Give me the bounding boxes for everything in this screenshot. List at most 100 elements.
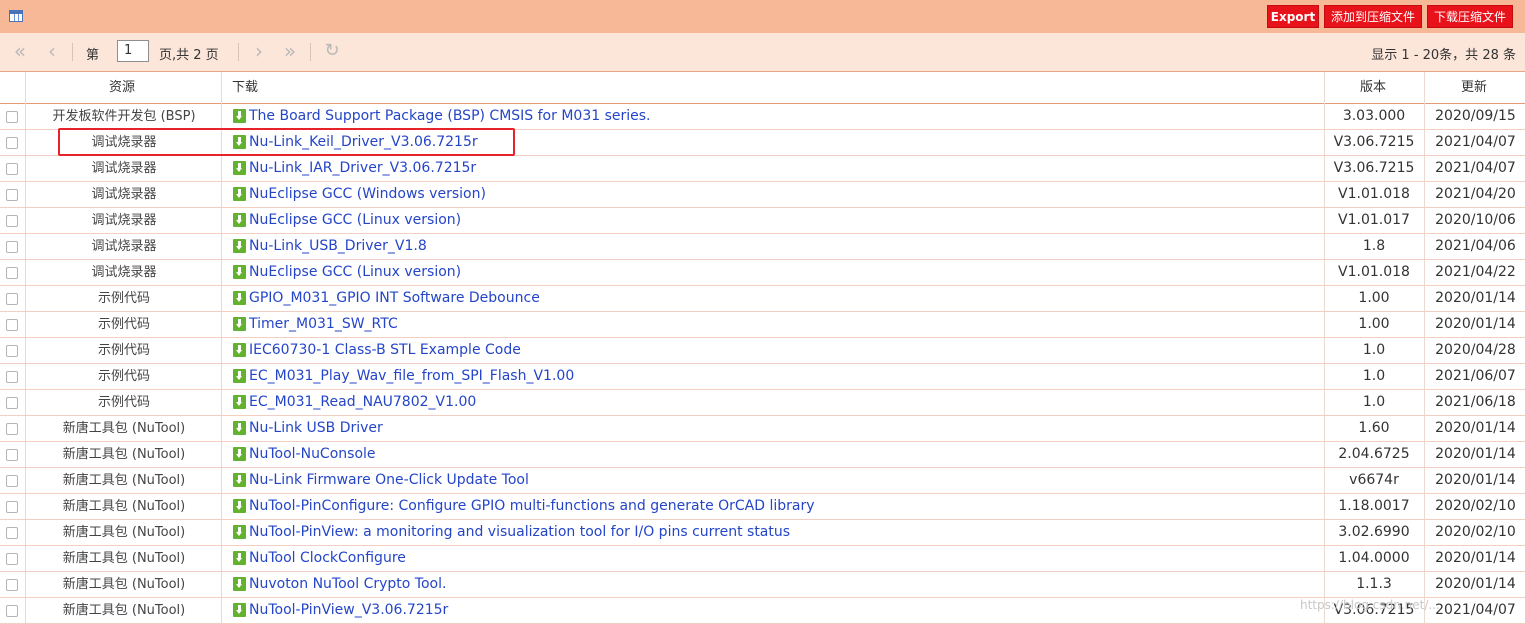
next-page-icon[interactable]: › <box>249 41 269 61</box>
version-cell: 1.8 <box>1362 238 1386 254</box>
row-checkbox[interactable] <box>6 319 18 331</box>
row-checkbox[interactable] <box>6 397 18 409</box>
download-link[interactable]: NuEclipse GCC (Linux version) <box>249 260 461 285</box>
row-checkbox[interactable] <box>6 137 18 149</box>
download-link[interactable]: Nu-Link_IAR_Driver_V3.06.7215r <box>249 156 476 181</box>
download-link[interactable]: EC_M031_Play_Wav_file_from_SPI_Flash_V1.… <box>249 364 574 389</box>
download-icon[interactable] <box>233 473 246 487</box>
table-body: 开发板软件开发包 (BSP) The Board Support Package … <box>0 104 1525 624</box>
row-checkbox[interactable] <box>6 501 18 513</box>
download-icon[interactable] <box>233 603 246 617</box>
updated-date-cell: 2020/01/14 <box>1435 472 1516 488</box>
download-link[interactable]: NuTool-PinView_V3.06.7215r <box>249 598 448 623</box>
download-link[interactable]: NuEclipse GCC (Linux version) <box>249 208 461 233</box>
table-row[interactable]: 新唐工具包 (NuTool) Nu-Link USB Driver 1.60 2020… <box>0 416 1525 442</box>
row-checkbox[interactable] <box>6 527 18 539</box>
table-row[interactable]: 新唐工具包 (NuTool) NuTool-PinView: a monitori… <box>0 520 1525 546</box>
download-link[interactable]: EC_M031_Read_NAU7802_V1.00 <box>249 390 476 415</box>
table-row[interactable]: 新唐工具包 (NuTool) NuTool-PinConfigure: Confi… <box>0 494 1525 520</box>
row-checkbox[interactable] <box>6 475 18 487</box>
prev-page-icon[interactable]: ‹ <box>42 41 62 61</box>
download-link[interactable]: Timer_M031_SW_RTC <box>249 312 398 337</box>
refresh-icon[interactable]: ↻ <box>322 41 342 61</box>
updated-date-cell: 2020/02/10 <box>1435 524 1516 540</box>
download-icon[interactable] <box>233 499 246 513</box>
download-link[interactable]: Nu-Link Firmware One-Click Update Tool <box>249 468 529 493</box>
download-icon[interactable] <box>233 369 246 383</box>
row-checkbox[interactable] <box>6 189 18 201</box>
add-to-zip-button[interactable]: 添加到压缩文件 <box>1324 5 1422 28</box>
download-icon[interactable] <box>233 551 246 565</box>
download-icon[interactable] <box>233 187 246 201</box>
download-icon[interactable] <box>233 161 246 175</box>
table-row[interactable]: 新唐工具包 (NuTool) NuTool-PinView_V3.06.7215r… <box>0 598 1525 624</box>
download-link[interactable]: NuTool-PinConfigure: Configure GPIO mult… <box>249 494 815 519</box>
row-checkbox[interactable] <box>6 267 18 279</box>
table-row[interactable]: 示例代码 EC_M031_Read_NAU7802_V1.00 1.0 2021/06… <box>0 390 1525 416</box>
download-icon[interactable] <box>233 525 246 539</box>
download-link[interactable]: Nu-Link_USB_Driver_V1.8 <box>249 234 427 259</box>
table-row[interactable]: 开发板软件开发包 (BSP) The Board Support Package … <box>0 104 1525 130</box>
row-checkbox[interactable] <box>6 449 18 461</box>
row-checkbox[interactable] <box>6 345 18 357</box>
row-checkbox[interactable] <box>6 371 18 383</box>
download-link[interactable]: GPIO_M031_GPIO INT Software Debounce <box>249 286 540 311</box>
page-number-input[interactable]: 1 <box>117 40 149 62</box>
table-row[interactable]: 示例代码 GPIO_M031_GPIO INT Software Debounce… <box>0 286 1525 312</box>
row-checkbox[interactable] <box>6 605 18 617</box>
download-icon[interactable] <box>233 239 246 253</box>
table-row[interactable]: 新唐工具包 (NuTool) Nu-Link Firmware One-Click… <box>0 468 1525 494</box>
column-header-resource[interactable]: 资源 <box>109 72 135 103</box>
row-checkbox[interactable] <box>6 215 18 227</box>
download-zip-button[interactable]: 下载压缩文件 <box>1427 5 1513 28</box>
download-icon[interactable] <box>233 109 246 123</box>
column-header-download[interactable]: 下载 <box>232 72 258 103</box>
row-checkbox[interactable] <box>6 111 18 123</box>
column-header-version[interactable]: 版本 <box>1360 72 1386 103</box>
download-icon[interactable] <box>233 447 246 461</box>
download-link[interactable]: NuEclipse GCC (Windows version) <box>249 182 486 207</box>
table-row[interactable]: 调试烧录器 Nu-Link_IAR_Driver_V3.06.7215r V3.06… <box>0 156 1525 182</box>
table-row[interactable]: 调试烧录器 NuEclipse GCC (Linux version) V1.01.… <box>0 260 1525 286</box>
download-icon[interactable] <box>233 317 246 331</box>
column-header-updated[interactable]: 更新 <box>1461 72 1487 103</box>
download-link[interactable]: IEC60730-1 Class-B STL Example Code <box>249 338 521 363</box>
download-icon[interactable] <box>233 343 246 357</box>
table-row[interactable]: 调试烧录器 Nu-Link_USB_Driver_V1.8 1.8 2021/04/0… <box>0 234 1525 260</box>
table-row[interactable]: 新唐工具包 (NuTool) Nuvoton NuTool Crypto Tool… <box>0 572 1525 598</box>
download-icon[interactable] <box>233 395 246 409</box>
updated-date-cell: 2021/04/07 <box>1435 134 1516 150</box>
download-icon[interactable] <box>233 577 246 591</box>
table-row[interactable]: 新唐工具包 (NuTool) NuTool-NuConsole 2.04.6725 2… <box>0 442 1525 468</box>
row-checkbox[interactable] <box>6 553 18 565</box>
download-link[interactable]: NuTool ClockConfigure <box>249 546 406 571</box>
download-link[interactable]: NuTool-NuConsole <box>249 442 376 467</box>
row-checkbox[interactable] <box>6 423 18 435</box>
download-link[interactable]: The Board Support Package (BSP) CMSIS fo… <box>249 104 651 129</box>
download-icon[interactable] <box>233 291 246 305</box>
updated-date-cell: 2020/04/28 <box>1435 342 1516 358</box>
table-row[interactable]: 调试烧录器 NuEclipse GCC (Windows version) V1.0… <box>0 182 1525 208</box>
download-icon[interactable] <box>233 213 246 227</box>
first-page-icon[interactable]: « <box>10 41 30 61</box>
row-checkbox[interactable] <box>6 579 18 591</box>
download-icon[interactable] <box>233 421 246 435</box>
table-row[interactable]: 示例代码 Timer_M031_SW_RTC 1.00 2020/01/14 <box>0 312 1525 338</box>
export-button[interactable]: Export <box>1267 5 1319 28</box>
download-link[interactable]: Nu-Link USB Driver <box>249 416 383 441</box>
table-row[interactable]: 示例代码 EC_M031_Play_Wav_file_from_SPI_Flash… <box>0 364 1525 390</box>
row-checkbox[interactable] <box>6 293 18 305</box>
download-icon[interactable] <box>233 265 246 279</box>
last-page-icon[interactable]: » <box>280 41 300 61</box>
resource-category: 调试烧录器 <box>91 213 157 228</box>
table-row[interactable]: 示例代码 IEC60730-1 Class-B STL Example Code 1… <box>0 338 1525 364</box>
version-cell: 1.00 <box>1358 316 1390 332</box>
table-row[interactable]: 调试烧录器 NuEclipse GCC (Linux version) V1.01.… <box>0 208 1525 234</box>
download-link[interactable]: NuTool-PinView: a monitoring and visuali… <box>249 520 790 545</box>
table-row[interactable]: 新唐工具包 (NuTool) NuTool ClockConfigure 1.04.… <box>0 546 1525 572</box>
row-checkbox[interactable] <box>6 163 18 175</box>
version-cell: 3.03.000 <box>1342 108 1406 124</box>
row-checkbox[interactable] <box>6 241 18 253</box>
download-link[interactable]: Nuvoton NuTool Crypto Tool. <box>249 572 446 597</box>
watermark: https://blog.csdn.net/... <box>1300 598 1440 612</box>
